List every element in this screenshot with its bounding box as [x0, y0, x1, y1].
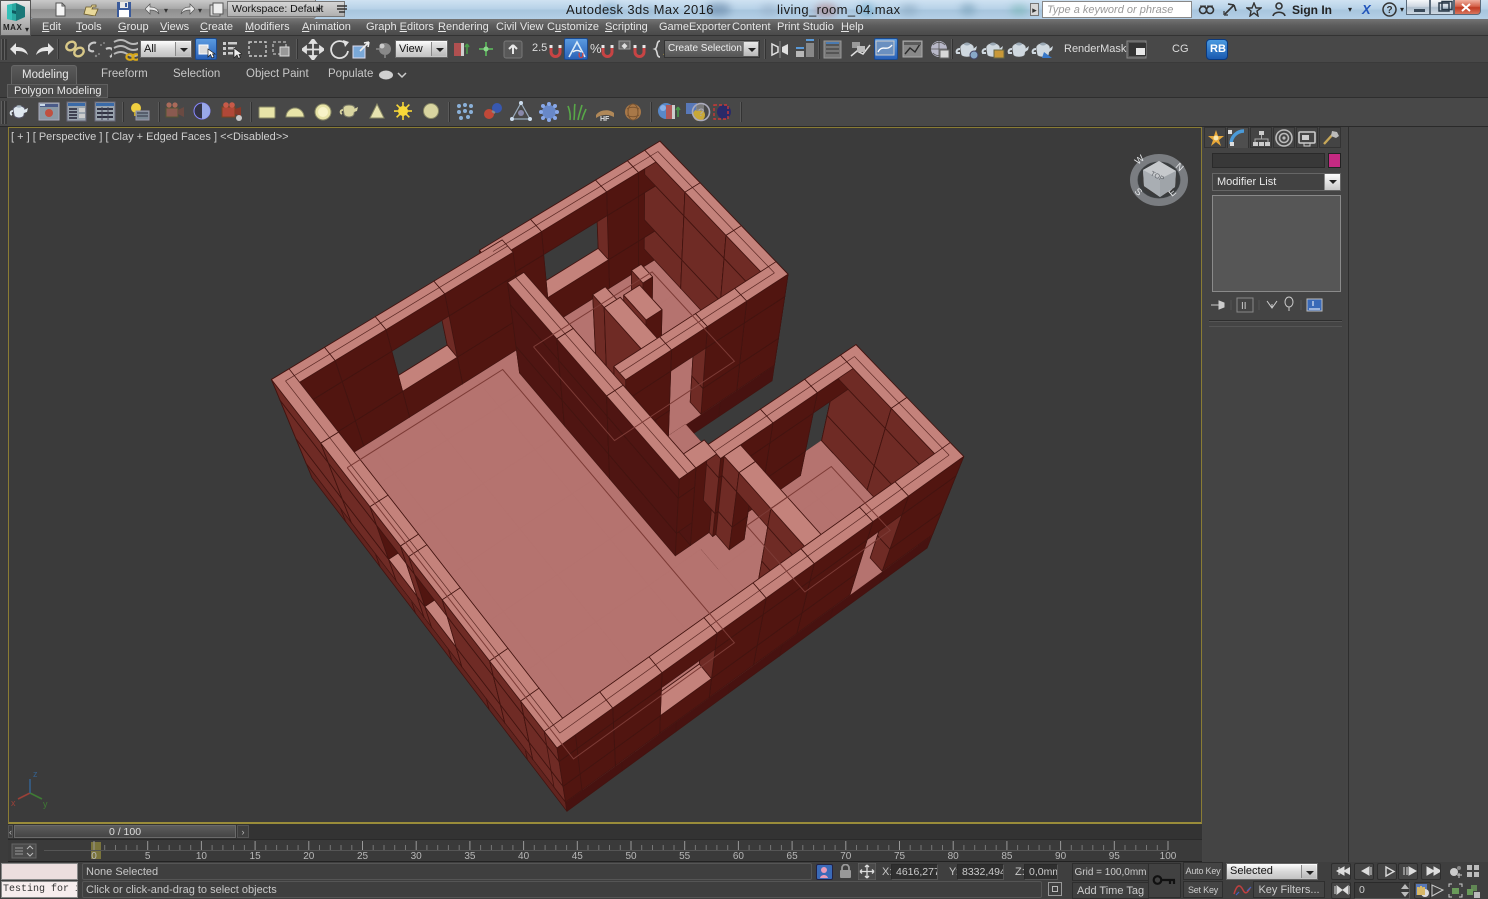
svg-text:100: 100	[1160, 851, 1177, 861]
svg-text:y: y	[43, 799, 48, 809]
svg-text:15: 15	[250, 851, 262, 861]
svg-text:30: 30	[411, 851, 423, 861]
svg-text:90: 90	[1055, 851, 1067, 861]
svg-text:95: 95	[1109, 851, 1121, 861]
svg-text:80: 80	[948, 851, 960, 861]
svg-text:5: 5	[145, 851, 151, 861]
svg-text:55: 55	[679, 851, 691, 861]
svg-text:[ + ] [ Perspective ] [ Clay +: [ + ] [ Perspective ] [ Clay + Edged Fac…	[11, 131, 289, 143]
svg-text:HF: HF	[600, 116, 610, 123]
svg-text:?: ?	[698, 107, 704, 119]
svg-text:75: 75	[894, 851, 906, 861]
svg-text:65: 65	[787, 851, 799, 861]
svg-text:z: z	[33, 769, 38, 779]
svg-text:?: ?	[1387, 5, 1393, 16]
svg-text:II: II	[1241, 301, 1247, 312]
svg-text:85: 85	[1001, 851, 1013, 861]
svg-text:70: 70	[840, 851, 852, 861]
svg-text:25: 25	[357, 851, 369, 861]
svg-text:35: 35	[464, 851, 476, 861]
svg-text:60: 60	[733, 851, 745, 861]
svg-text:40: 40	[518, 851, 530, 861]
svg-text:45: 45	[572, 851, 584, 861]
svg-text:20: 20	[303, 851, 315, 861]
svg-text:0: 0	[91, 851, 97, 861]
svg-text:x: x	[11, 798, 16, 808]
svg-text:50: 50	[625, 851, 637, 861]
svg-text:10: 10	[196, 851, 208, 861]
